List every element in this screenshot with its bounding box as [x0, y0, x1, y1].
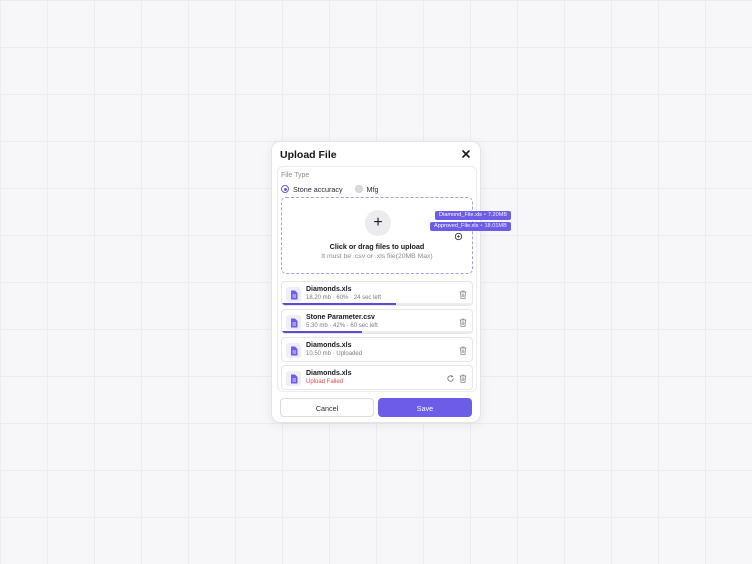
dragging-file-name: Diamond_File.xls	[439, 212, 482, 218]
file-size: 18.20 mb	[306, 295, 332, 301]
file-row: Diamonds.xls Upload Failed	[281, 365, 473, 390]
file-progress-text: 60%	[336, 295, 349, 301]
progress-bar	[282, 331, 362, 333]
file-time-left: 60 sec left	[350, 323, 378, 329]
dropzone-title: Click or drag files to upload	[329, 242, 425, 251]
dragging-file-chip[interactable]: Approved_File.xls • 18.01MB	[430, 222, 511, 231]
radio-mfg[interactable]	[354, 185, 363, 193]
dropzone-hint: It must be .csv or .xls file(20MB Max)	[321, 253, 433, 260]
dragging-file-chip[interactable]: Diamond_File.xls • 7.20MB	[435, 211, 512, 220]
file-icon	[286, 343, 301, 358]
dialog-body: File Type Stone accuracy Mfg + Click or …	[277, 166, 477, 392]
plus-icon[interactable]: +	[365, 210, 391, 236]
trash-icon[interactable]	[459, 346, 467, 355]
file-size: 10.50 mb	[306, 351, 332, 357]
file-name: Diamonds.xls	[306, 342, 352, 349]
dragging-file-size: 7.20MB	[487, 212, 508, 218]
trash-icon[interactable]	[459, 290, 467, 299]
file-icon	[286, 315, 301, 330]
save-button[interactable]: Save	[378, 398, 472, 417]
trash-icon[interactable]	[459, 374, 467, 383]
file-status: Uploaded	[336, 351, 363, 357]
file-meta: 5.30 mb · 42% · 60 sec left	[306, 323, 378, 329]
radio-label-stone-accuracy[interactable]: Stone accuracy	[293, 185, 343, 194]
chip-separator: •	[483, 212, 486, 218]
close-icon[interactable]	[461, 149, 471, 159]
file-progress-text: 42%	[333, 323, 346, 329]
radio-label-mfg[interactable]: Mfg	[367, 185, 379, 194]
file-dropzone[interactable]: + Click or drag files to upload It must …	[281, 197, 473, 274]
retry-icon[interactable]	[446, 374, 455, 383]
progress-track	[282, 303, 472, 305]
chip-separator: •	[480, 223, 483, 229]
trash-icon[interactable]	[459, 318, 467, 327]
radio-stone-accuracy[interactable]	[281, 185, 289, 193]
dialog-title: Upload File	[280, 149, 337, 161]
dialog-header: Upload File	[272, 142, 480, 166]
dragging-file-size: 18.01MB	[484, 223, 507, 229]
file-name: Diamonds.xls	[306, 286, 352, 293]
file-type-label: File Type	[281, 172, 310, 179]
file-type-options: Stone accuracy Mfg	[281, 184, 391, 194]
grab-cursor-icon	[454, 232, 463, 241]
file-time-left: 24 sec left	[353, 295, 382, 301]
upload-file-dialog: Upload File File Type Stone accuracy Mfg…	[271, 141, 481, 423]
file-row: Diamonds.xls 10.50 mb · Uploaded	[281, 337, 473, 362]
cancel-button[interactable]: Cancel	[280, 398, 374, 417]
file-row: Stone Parameter.csv 5.30 mb · 42% · 60 s…	[281, 309, 473, 334]
progress-bar	[282, 303, 396, 305]
file-icon	[286, 287, 301, 302]
file-meta: 18.20 mb · 60% · 24 sec left	[306, 295, 382, 301]
file-status-failed: Upload Failed	[306, 379, 344, 385]
file-meta: 10.50 mb · Uploaded	[306, 351, 363, 357]
file-size: 5.30 mb	[306, 323, 328, 329]
file-icon	[286, 371, 301, 386]
file-name: Stone Parameter.csv	[306, 314, 375, 321]
file-row: Diamonds.xls 18.20 mb · 60% · 24 sec lef…	[281, 281, 473, 306]
file-name: Diamonds.xls	[306, 370, 352, 377]
progress-track	[282, 331, 472, 333]
dragging-file-name: Approved_File.xls	[434, 223, 479, 229]
